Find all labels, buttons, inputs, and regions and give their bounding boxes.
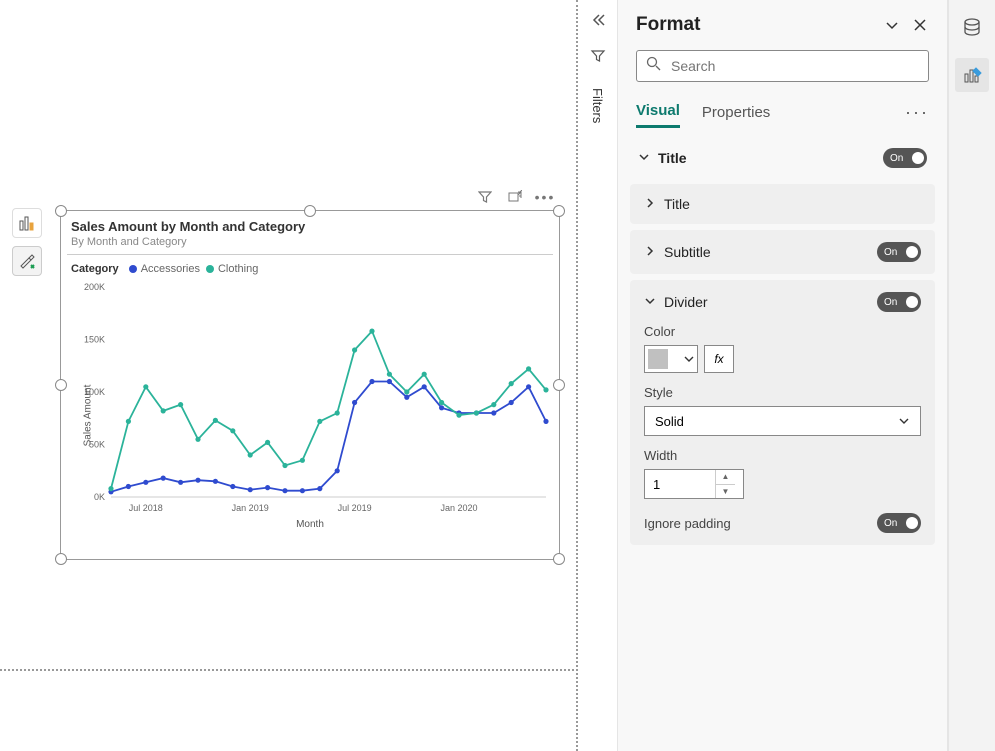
build-visual-icon[interactable]: [955, 58, 989, 92]
card-subtitle-header[interactable]: Subtitle: [644, 244, 711, 260]
right-icon-rail: [948, 0, 995, 751]
ignore-padding-label: Ignore padding: [644, 516, 731, 531]
expand-pane-icon[interactable]: [588, 10, 608, 30]
y-axis-title: Sales Amount: [82, 384, 93, 446]
search-input[interactable]: [636, 50, 929, 82]
tab-visual[interactable]: Visual: [636, 96, 680, 128]
width-input-field[interactable]: [645, 477, 715, 492]
chevron-down-icon: [638, 151, 652, 165]
x-axis-title: Month: [61, 519, 559, 530]
svg-text:150K: 150K: [84, 335, 105, 345]
card-divider: Divider On Color fx Style Solid Width: [630, 280, 935, 545]
canvas-edge: [0, 669, 578, 671]
svg-text:Jul 2019: Jul 2019: [338, 503, 372, 513]
resize-handle[interactable]: [55, 553, 67, 565]
chevron-down-icon: [684, 354, 694, 364]
svg-text:0K: 0K: [94, 492, 105, 502]
style-select[interactable]: Solid: [644, 406, 921, 436]
resize-handle[interactable]: [553, 205, 565, 217]
format-pane: Format Visual Properties ··· Title On Ti…: [618, 0, 948, 751]
chevron-right-icon: [644, 197, 658, 211]
title-toggle[interactable]: On: [883, 148, 927, 168]
fx-button[interactable]: fx: [704, 345, 734, 373]
style-label: Style: [644, 385, 921, 400]
svg-text:200K: 200K: [84, 282, 105, 292]
close-icon[interactable]: [911, 16, 929, 34]
line-chart-plot: 0K50K100K150K200KJul 2018Jan 2019Jul 201…: [61, 277, 561, 527]
card-title[interactable]: Title: [630, 184, 935, 224]
tabs-more-icon[interactable]: ···: [905, 102, 929, 123]
search-icon: [646, 56, 661, 76]
spin-down-icon[interactable]: ▼: [716, 485, 735, 499]
divider-toggle[interactable]: On: [877, 292, 921, 312]
subtitle-toggle[interactable]: On: [877, 242, 921, 262]
card-divider-header[interactable]: Divider: [644, 294, 708, 310]
filter-pane-icon[interactable]: [588, 46, 608, 66]
legend-item[interactable]: Accessories: [129, 263, 200, 275]
width-input[interactable]: ▲ ▼: [644, 469, 744, 499]
svg-text:Jan 2020: Jan 2020: [440, 503, 477, 513]
tab-properties[interactable]: Properties: [702, 98, 770, 127]
data-icon[interactable]: [955, 10, 989, 44]
chevron-down-icon: [644, 295, 658, 309]
section-title[interactable]: Title On: [630, 138, 935, 178]
report-canvas: ••• Sales Amount by Month and Category B…: [0, 0, 578, 751]
filters-label[interactable]: Filters: [590, 88, 605, 123]
visual-fields-rail-button[interactable]: [12, 208, 42, 238]
color-label: Color: [644, 324, 921, 339]
resize-handle[interactable]: [553, 553, 565, 565]
width-label: Width: [644, 448, 921, 463]
color-swatch: [648, 349, 668, 369]
color-picker[interactable]: [644, 345, 698, 373]
focus-mode-icon[interactable]: [507, 189, 523, 205]
chevron-down-icon: [898, 415, 910, 427]
more-options-icon[interactable]: •••: [537, 189, 553, 205]
chart-legend: Category Accessories Clothing: [61, 255, 559, 277]
card-subtitle: Subtitle On: [630, 230, 935, 274]
pane-title: Format: [636, 14, 700, 36]
svg-text:Jul 2018: Jul 2018: [129, 503, 163, 513]
chart-visual-selected[interactable]: ••• Sales Amount by Month and Category B…: [60, 210, 560, 560]
visual-format-rail-button[interactable]: [12, 246, 42, 276]
legend-item[interactable]: Clothing: [206, 263, 258, 275]
spin-up-icon[interactable]: ▲: [716, 470, 735, 485]
svg-text:Jan 2019: Jan 2019: [232, 503, 269, 513]
chevron-right-icon: [644, 245, 658, 259]
chart-subtitle: By Month and Category: [61, 236, 559, 254]
resize-handle[interactable]: [55, 205, 67, 217]
resize-handle[interactable]: [304, 205, 316, 217]
filters-pane-collapsed: Filters: [578, 0, 618, 751]
chevron-down-icon[interactable]: [883, 16, 901, 34]
filter-icon[interactable]: [477, 189, 493, 205]
ignore-padding-toggle[interactable]: On: [877, 513, 921, 533]
